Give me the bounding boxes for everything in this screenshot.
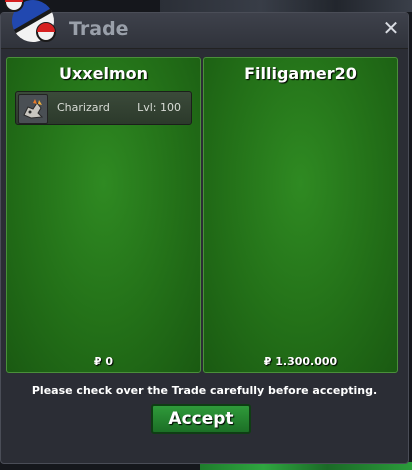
trade-notice: Please check over the Trade carefully be… <box>31 384 378 397</box>
close-icon[interactable]: ✕ <box>380 16 402 40</box>
left-money: ₽ 0 <box>93 355 114 368</box>
trade-window: Trade ✕ Uxxelmon Charizard Lvl: 100 ₽ 0 … <box>0 12 409 464</box>
pokemon-name: Charizard <box>57 101 110 114</box>
right-money: ₽ 1.300.000 <box>263 355 338 368</box>
right-player-name: Filligamer20 <box>244 64 357 83</box>
background-top <box>160 0 412 12</box>
pokemon-level: Lvl: 100 <box>137 101 181 114</box>
right-trade-panel: Filligamer20 ₽ 1.300.000 <box>203 57 398 373</box>
left-player-name: Uxxelmon <box>58 64 149 83</box>
pokeball-logo-icon <box>4 0 56 42</box>
left-trade-panel: Uxxelmon Charizard Lvl: 100 ₽ 0 <box>6 57 201 373</box>
charizard-icon <box>18 94 48 124</box>
pokemon-slot[interactable]: Charizard Lvl: 100 <box>15 91 192 125</box>
window-title: Trade <box>69 18 129 40</box>
accept-button[interactable]: Accept <box>151 404 251 434</box>
